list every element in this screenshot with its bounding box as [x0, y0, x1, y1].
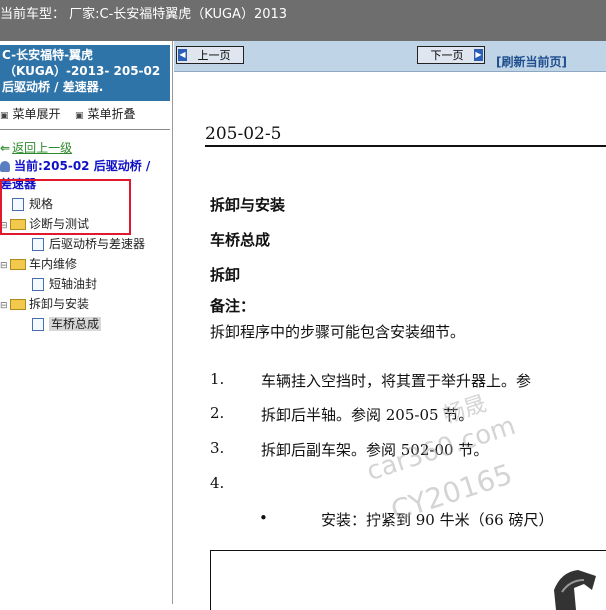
collapse-toggle-icon: ⊟	[0, 261, 8, 271]
vehicle-line-1: C-长安福特-翼虎	[2, 48, 94, 62]
current-label-1: 当前:205-02 后驱动桥 /	[14, 159, 151, 173]
folder-icon	[10, 259, 26, 270]
title-bar: 当前车型： 厂家:C-长安福特翼虎（KUGA）2013	[0, 0, 606, 41]
prev-page-button[interactable]: ◀ 上一页	[176, 46, 244, 64]
vehicle-header: C-长安福特-翼虎 （KUGA）-2013- 205-02 后驱动桥 / 差速器…	[0, 45, 170, 101]
highlight-box	[0, 179, 131, 235]
current-node: 当前:205-02 后驱动桥 /	[0, 157, 150, 175]
tree-item-in-vehicle[interactable]: 短轴油封	[32, 275, 97, 293]
menu-operations: ▣ 菜单展开 ▣ 菜单折叠	[0, 105, 170, 123]
tree-item-axle-assembly[interactable]: 车桥总成	[32, 315, 102, 333]
tree-folder-removal[interactable]: ⊟ 拆卸与安装	[0, 295, 89, 313]
collapse-menu-label: 菜单折叠	[87, 107, 136, 121]
back-link[interactable]: ⇐ 返回上一级	[0, 139, 72, 157]
prev-page-label: 上一页	[197, 49, 231, 62]
note-text: 拆卸程序中的步骤可能包含安装细节。	[210, 323, 466, 341]
sidebar: C-长安福特-翼虎 （KUGA）-2013- 205-02 后驱动桥 / 差速器…	[0, 41, 173, 604]
tree-folder-in-vehicle[interactable]: ⊟ 车内维修	[0, 255, 77, 273]
document-icon	[32, 238, 44, 251]
user-icon	[0, 161, 10, 172]
document-icon	[32, 318, 44, 331]
refresh-link[interactable]: [刷新当前页]	[496, 53, 567, 70]
bullet-symbol: •	[259, 509, 268, 527]
back-label: 返回上一级	[12, 141, 73, 155]
step-number: 2.	[210, 404, 225, 422]
step-number: 3.	[210, 439, 225, 457]
illustration-frame	[210, 550, 606, 610]
section-number: 205-02-5	[205, 124, 282, 144]
collapse-menu-button[interactable]: ▣ 菜单折叠	[75, 105, 136, 122]
main-panel: ◀ 上一页 下一页 ▶ [刷新当前页] 205-02-5 拆卸与安装 车桥总成 拆卸…	[174, 41, 606, 610]
heading-removal: 拆卸	[210, 266, 241, 284]
back-arrow-icon: ⇐	[0, 141, 11, 155]
vehicle-line-2: （KUGA）-2013- 205-02	[4, 64, 161, 78]
tree-folder-label: 拆卸与安装	[29, 297, 90, 311]
collapse-toggle-icon: ⊟	[0, 301, 8, 311]
folder-icon	[10, 299, 26, 310]
heading-main: 拆卸与安装	[210, 196, 286, 214]
step-text: 车辆挂入空挡时，将其置于举升器上。参	[261, 372, 532, 390]
window-title: 当前车型： 厂家:C-长安福特翼虎（KUGA）2013	[0, 7, 288, 22]
document-icon	[32, 278, 44, 291]
arrow-right-icon: ▶	[474, 49, 483, 61]
nav-bar: ◀ 上一页 下一页 ▶ [刷新当前页]	[174, 41, 606, 72]
vehicle-line-3: 后驱动桥 / 差速器.	[2, 80, 104, 94]
collapse-icon: ▣	[75, 111, 84, 121]
arrow-left-icon: ◀	[178, 49, 187, 61]
tree-item-label: 后驱动桥与差速器	[49, 237, 146, 251]
expand-icon: ▣	[0, 111, 9, 121]
sidebar-divider	[0, 129, 170, 130]
next-page-button[interactable]: 下一页 ▶	[417, 46, 485, 64]
step-number: 4.	[210, 474, 225, 492]
note-label: 备注：	[210, 297, 256, 315]
expand-menu-label: 菜单展开	[12, 107, 61, 121]
tree-item-label-selected: 车桥总成	[49, 317, 102, 331]
tree-item-label: 短轴油封	[49, 277, 98, 291]
section-rule	[205, 145, 606, 147]
expand-menu-button[interactable]: ▣ 菜单展开	[0, 105, 61, 122]
document-content: 205-02-5 拆卸与安装 车桥总成 拆卸 备注： 拆卸程序中的步骤可能包含安…	[174, 72, 606, 610]
step-number: 1.	[210, 370, 225, 388]
heading-sub: 车桥总成	[210, 231, 271, 249]
tree-folder-label: 车内维修	[29, 257, 78, 271]
tree-item-diagnosis[interactable]: 后驱动桥与差速器	[32, 235, 145, 253]
axle-illustration	[554, 570, 596, 610]
next-page-label: 下一页	[430, 49, 464, 62]
